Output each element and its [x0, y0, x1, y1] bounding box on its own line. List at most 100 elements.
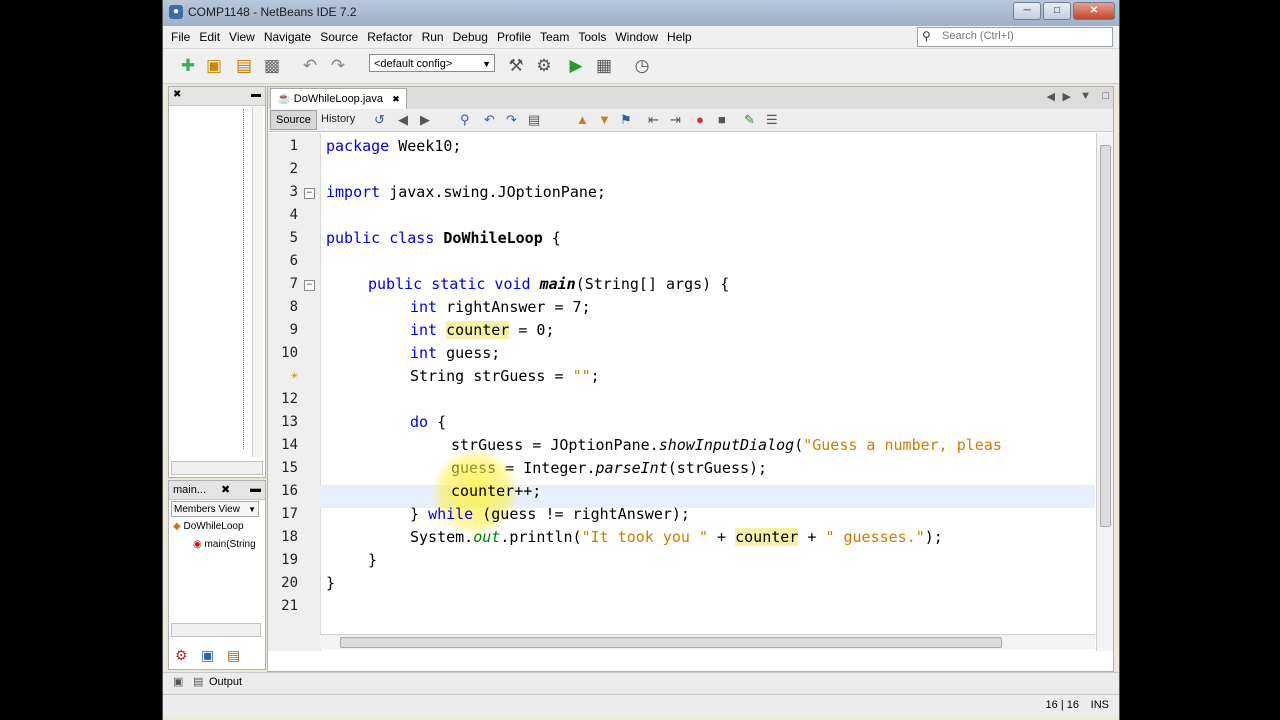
- back-icon[interactable]: ◀: [398, 112, 408, 128]
- code-token: do: [410, 413, 429, 431]
- menu-refactor[interactable]: Refactor: [367, 30, 412, 44]
- members-view-select[interactable]: Members View ▼: [171, 501, 259, 517]
- menu-view[interactable]: View: [229, 30, 255, 44]
- stop-macro-icon[interactable]: ■: [718, 112, 726, 127]
- menu-run[interactable]: Run: [422, 30, 444, 44]
- config-select[interactable]: <default config> ▼: [369, 54, 495, 72]
- code-line: counter++;: [451, 480, 541, 503]
- hscroll-thumb[interactable]: [340, 637, 1002, 648]
- static-filter-icon[interactable]: ▤: [227, 647, 240, 664]
- code-token: "Guess a number, pleas: [803, 436, 1002, 454]
- shift-right-icon[interactable]: ⇥: [670, 112, 681, 128]
- new-project-icon[interactable]: ▣: [203, 55, 225, 77]
- comment-icon[interactable]: ✎: [744, 112, 755, 128]
- menu-debug[interactable]: Debug: [453, 30, 488, 44]
- fold-icon[interactable]: −: [304, 188, 315, 199]
- close-icon[interactable]: ✖: [221, 483, 230, 496]
- projects-hscrollbar[interactable]: [171, 461, 263, 475]
- run-icon[interactable]: ▶: [565, 55, 587, 77]
- member-method-item[interactable]: ◉ main(String: [193, 539, 256, 550]
- code-token: "It took you ": [581, 528, 709, 546]
- previous-bookmark-icon[interactable]: ▲: [576, 112, 589, 127]
- menu-navigate[interactable]: Navigate: [264, 30, 311, 44]
- close-icon[interactable]: ✖: [173, 89, 181, 100]
- scroll-tabs-right-icon[interactable]: ▶: [1063, 90, 1071, 103]
- menu-source[interactable]: Source: [320, 30, 358, 44]
- menu-profile[interactable]: Profile: [497, 30, 531, 44]
- code-token: showInputDialog: [658, 436, 795, 454]
- build-icon[interactable]: ⚒: [505, 55, 527, 77]
- code-editor[interactable]: 1 package Week10; 2 3− import javax.swing.…: [268, 133, 1095, 651]
- debug-icon[interactable]: ▦: [593, 55, 615, 77]
- history-tab-button[interactable]: History: [316, 110, 360, 128]
- scroll-tabs-left-icon[interactable]: ◀: [1047, 90, 1055, 103]
- tab-dowhileloop[interactable]: ☕ DoWhileLoop.java ✖: [270, 88, 407, 109]
- find-next-icon[interactable]: ↷: [506, 112, 517, 128]
- redo-icon[interactable]: ↷: [327, 55, 349, 77]
- close-button[interactable]: ✕: [1073, 2, 1115, 20]
- find-previous-icon[interactable]: ↶: [484, 112, 495, 128]
- last-edit-icon[interactable]: ↺: [374, 112, 385, 128]
- restore-window-icon[interactable]: ▣: [173, 675, 183, 688]
- uncomment-icon[interactable]: ☰: [766, 112, 778, 128]
- output-tab[interactable]: Output: [209, 676, 242, 688]
- hint-bulb-icon[interactable]: ☀: [268, 365, 298, 388]
- clean-build-icon[interactable]: ⚙: [533, 55, 555, 77]
- editor-hscrollbar[interactable]: [320, 634, 1095, 649]
- menu-help[interactable]: Help: [667, 30, 692, 44]
- code-line: } while (guess != rightAnswer);: [410, 503, 690, 526]
- line-number: 8: [289, 299, 298, 315]
- line-number: 13: [281, 414, 298, 430]
- toggle-bookmark-icon[interactable]: ⚑: [620, 112, 632, 128]
- search-box[interactable]: ⚲: [917, 27, 1113, 47]
- tab-label: DoWhileLoop.java: [293, 93, 384, 105]
- search-input[interactable]: [940, 29, 1104, 43]
- editor-vscrollbar[interactable]: [1096, 133, 1113, 651]
- line-number: 18: [281, 529, 298, 545]
- menu-edit[interactable]: Edit: [199, 30, 220, 44]
- code-token: +: [708, 528, 736, 546]
- tree-guide-line: [243, 109, 245, 449]
- start-macro-icon[interactable]: ●: [696, 112, 704, 127]
- source-tab-button[interactable]: Source: [270, 110, 317, 130]
- new-file-icon[interactable]: ✚: [177, 55, 199, 77]
- line-number: 12: [281, 391, 298, 407]
- menu-window[interactable]: Window: [615, 30, 658, 44]
- code-token: out: [473, 528, 501, 546]
- chevron-down-icon: ▼: [248, 505, 256, 514]
- code-line: int guess;: [410, 342, 500, 365]
- minimize-button[interactable]: ─: [1013, 2, 1041, 20]
- code-token: package: [326, 137, 390, 155]
- maximize-editor-icon[interactable]: □: [1102, 90, 1109, 102]
- undo-icon[interactable]: ↶: [299, 55, 321, 77]
- find-icon[interactable]: ⚲: [460, 112, 470, 128]
- navigator-hscrollbar[interactable]: [171, 623, 261, 637]
- menu-team[interactable]: Team: [540, 30, 569, 44]
- member-class-item[interactable]: ◆ DoWhileLoop: [173, 521, 244, 532]
- vscroll-thumb[interactable]: [1100, 145, 1111, 527]
- profile-icon[interactable]: ◷: [631, 55, 653, 77]
- code-line: public static void main(String[] args) {: [368, 273, 729, 296]
- forward-icon[interactable]: ▶: [420, 112, 430, 128]
- maximize-button[interactable]: □: [1043, 2, 1071, 20]
- minimize-panel-icon[interactable]: ▬: [251, 89, 261, 100]
- fold-icon[interactable]: −: [304, 280, 315, 291]
- code-line: int counter = 0;: [410, 319, 555, 342]
- close-tab-icon[interactable]: ✖: [392, 94, 400, 104]
- projects-vscrollbar[interactable]: [252, 107, 263, 457]
- shift-left-icon[interactable]: ⇤: [648, 112, 659, 128]
- code-token: counter: [446, 321, 510, 339]
- member-class-label: DoWhileLoop: [183, 521, 244, 532]
- tab-list-icon[interactable]: ▼: [1080, 90, 1091, 102]
- next-bookmark-icon[interactable]: ▼: [598, 112, 611, 127]
- code-line: }: [326, 572, 335, 595]
- toggle-highlight-icon[interactable]: ▤: [528, 112, 540, 128]
- save-all-icon[interactable]: ▩: [261, 55, 283, 77]
- menu-tools[interactable]: Tools: [578, 30, 606, 44]
- filter-icon[interactable]: ⚙: [175, 647, 188, 664]
- open-project-icon[interactable]: ▤: [233, 55, 255, 77]
- fields-filter-icon[interactable]: ▣: [201, 647, 214, 664]
- menu-file[interactable]: File: [171, 30, 190, 44]
- line-number: 14: [281, 437, 298, 453]
- minimize-panel-icon[interactable]: ▬: [250, 483, 261, 495]
